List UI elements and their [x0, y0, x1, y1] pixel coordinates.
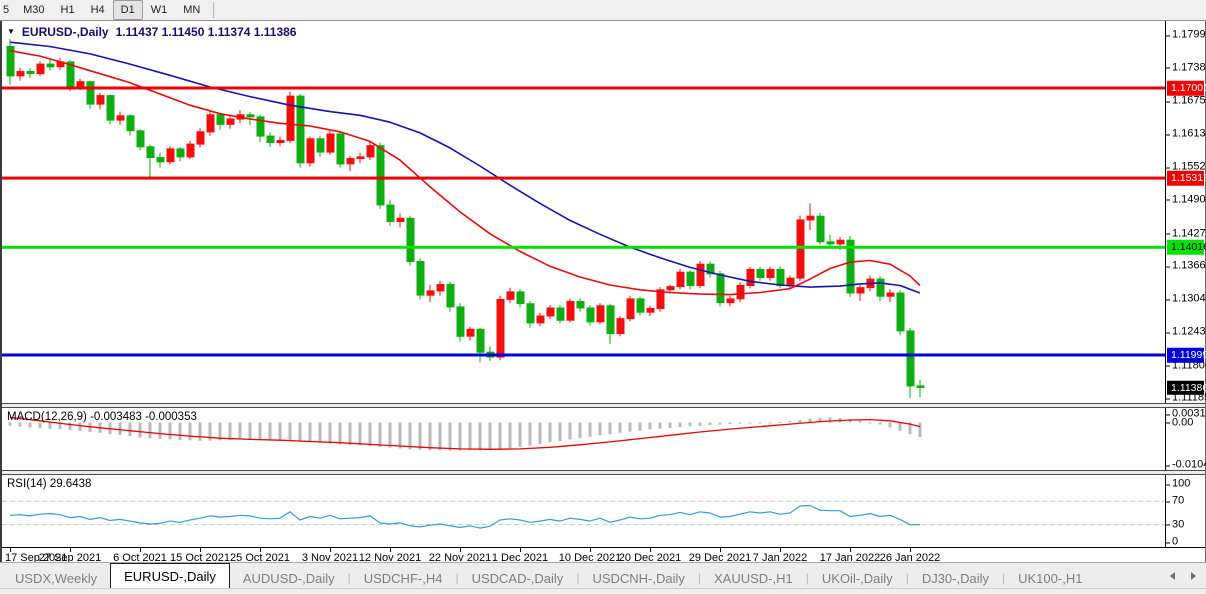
tab-separator: | [1002, 571, 1005, 585]
chart-tab-usdx-weekly[interactable]: USDX,Weekly [2, 568, 110, 588]
price-axis-tick: 1.13660 [1172, 261, 1206, 272]
chart-window: ▼ EURUSD-,Daily 1.11437 1.11450 1.11374 … [0, 21, 1206, 562]
tab-separator: | [455, 571, 458, 585]
rsi-chart-canvas[interactable] [2, 475, 1165, 547]
timeframe-button-w1[interactable]: W1 [143, 0, 176, 20]
rsi-axis-tick: 100 [1172, 479, 1190, 490]
macd-panel[interactable]: MACD(12,26,9) -0.003483 -0.000353 0.0031… [2, 408, 1205, 470]
chart-tab-dj30-daily[interactable]: DJ30-,Daily [909, 568, 1002, 588]
price-axis-tick: 1.16135 [1172, 129, 1206, 140]
chart-tab-uk100-h1[interactable]: UK100-,H1 [1005, 568, 1095, 588]
chart-tab-audusd-daily[interactable]: AUDUSD-,Daily [230, 568, 348, 588]
price-level-badge: 1.11999 [1167, 348, 1204, 363]
rsi-axis-tick: 0 [1172, 537, 1178, 548]
price-axis-tick: 1.12430 [1172, 327, 1206, 338]
chart-tab-usdchf-h4[interactable]: USDCHF-,H4 [351, 568, 456, 588]
tab-separator: | [348, 571, 351, 585]
rsi-panel[interactable]: RSI(14) 29.6438 10070300 [2, 475, 1205, 547]
rsi-axis-tick: 30 [1172, 519, 1184, 530]
toolbar-separator [213, 2, 214, 18]
price-level-badge: 1.17001 [1167, 81, 1204, 96]
timeframe-button-m30[interactable]: M30 [15, 0, 52, 20]
macd-chart-canvas[interactable] [2, 408, 1165, 470]
tab-separator: | [906, 571, 909, 585]
chart-tab-eurusd-daily[interactable]: EURUSD-,Daily [110, 563, 230, 588]
price-axis-tick: 1.13045 [1172, 294, 1206, 305]
candlestick-chart-canvas[interactable] [2, 21, 1165, 403]
tab-scroll-left-icon[interactable] [1170, 572, 1175, 580]
tab-scroll-right-icon[interactable] [1191, 572, 1196, 580]
timeframe-button-mn[interactable]: MN [175, 0, 208, 20]
price-axis: 1.179951.173801.167501.161351.155201.149… [1165, 21, 1205, 403]
price-level-badge: 1.14016 [1167, 240, 1204, 255]
macd-axis-tick: 0.00 [1172, 417, 1193, 428]
tab-separator: | [576, 571, 579, 585]
price-axis-tick: 1.17995 [1172, 30, 1206, 41]
chart-tabs: USDX,WeeklyEURUSD-,DailyAUDUSD-,Daily|US… [2, 563, 1095, 588]
timeframe-button-5[interactable]: 5 [0, 0, 15, 20]
price-chart-panel[interactable]: ▼ EURUSD-,Daily 1.11437 1.11450 1.11374 … [2, 21, 1205, 403]
tab-separator: | [806, 571, 809, 585]
tab-scroll-arrows [1170, 572, 1196, 580]
rsi-axis-tick: 70 [1172, 496, 1184, 507]
chart-tab-xauusd-h1[interactable]: XAUUSD-,H1 [701, 568, 806, 588]
timeframe-button-h4[interactable]: H4 [83, 0, 113, 20]
timeframe-button-h1[interactable]: H1 [53, 0, 83, 20]
chart-tab-usdcad-daily[interactable]: USDCAD-,Daily [459, 568, 577, 588]
mt4-window: 5M30H1H4D1W1MN ▼ EURUSD-,Daily 1.11437 1… [0, 0, 1206, 594]
status-bar [0, 588, 1206, 594]
macd-axis-tick: -0.01043 [1172, 460, 1206, 471]
timeframe-toolbar: 5M30H1H4D1W1MN [0, 0, 1206, 21]
rsi-axis: 100 70 30 0 [1165, 475, 1205, 547]
timeframe-button-d1[interactable]: D1 [113, 0, 143, 20]
macd-axis: 0.0031650.00-0.01043 [1165, 408, 1205, 470]
price-axis-tick: 1.16750 [1172, 96, 1206, 107]
timeframe-buttons: 5M30H1H4D1W1MN [0, 0, 208, 20]
price-axis-tick: 1.14275 [1172, 228, 1206, 239]
price-axis-tick: 1.14905 [1172, 194, 1206, 205]
price-level-badge: 1.11386 [1167, 380, 1204, 395]
chart-tab-ukoil-daily[interactable]: UKOil-,Daily [809, 568, 906, 588]
chart-tab-bar: USDX,WeeklyEURUSD-,DailyAUDUSD-,Daily|US… [0, 562, 1206, 588]
price-axis-tick: 1.17380 [1172, 62, 1206, 73]
chart-tab-usdcnh-daily[interactable]: USDCNH-,Daily [579, 568, 697, 588]
price-level-badge: 1.15313 [1167, 171, 1204, 186]
tab-separator: | [698, 571, 701, 585]
